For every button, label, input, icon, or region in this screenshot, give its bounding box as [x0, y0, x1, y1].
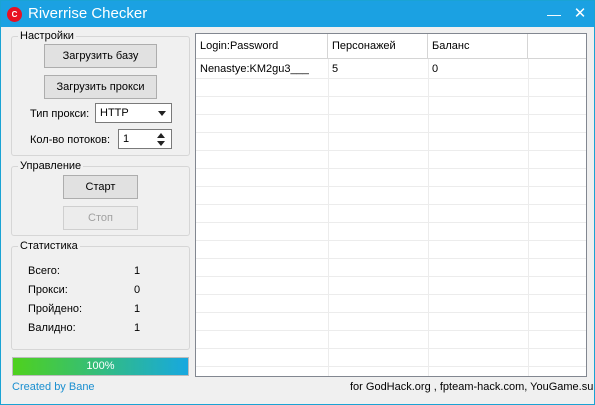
settings-legend: Настройки [18, 29, 76, 43]
proxy-type-select[interactable]: HTTP [95, 103, 172, 123]
close-icon[interactable]: ✕ [569, 3, 591, 25]
spin-up-icon[interactable] [157, 133, 165, 138]
spin-down-icon[interactable] [157, 141, 165, 146]
threads-stepper[interactable]: 1 [118, 129, 172, 149]
grid-line [196, 240, 586, 241]
control-legend: Управление [18, 159, 84, 173]
progress-bar: 100% [12, 357, 189, 376]
cell-balance: 0 [432, 63, 439, 75]
app-window: C Riverrise Checker — ✕ Настройки Загруз… [0, 0, 595, 405]
cell-characters: 5 [332, 63, 339, 75]
grid-line [196, 366, 586, 367]
grid-line [196, 276, 586, 277]
stop-button[interactable]: Стоп [63, 206, 138, 230]
grid-line [196, 96, 586, 97]
load-proxy-button[interactable]: Загрузить прокси [44, 75, 157, 99]
grid-line [196, 330, 586, 331]
stat-passed-label: Пройдено: [28, 303, 83, 315]
grid-line [196, 222, 586, 223]
grid-line [196, 258, 586, 259]
window-title: Riverrise Checker [28, 5, 148, 22]
grid-line [196, 78, 586, 79]
proxy-type-value: HTTP [100, 107, 129, 119]
stat-proxy-value: 0 [134, 284, 141, 296]
stat-valid-value: 1 [134, 322, 141, 334]
stats-legend: Статистика [18, 239, 80, 253]
threads-label: Кол-во потоков: [30, 134, 111, 146]
grid-line [196, 132, 586, 133]
stat-valid-label: Валидно: [28, 322, 76, 334]
table-row[interactable]: Nenastye:KM2gu3___ 5 0 [196, 60, 586, 78]
stat-passed-value: 1 [134, 303, 141, 315]
start-button[interactable]: Старт [63, 175, 138, 199]
app-logo-icon: C [7, 7, 22, 22]
column-header-balance[interactable]: Баланс [428, 34, 528, 59]
credit-link[interactable]: Created by Bane [12, 381, 95, 393]
progress-text: 100% [86, 360, 115, 372]
proxy-type-label: Тип прокси: [30, 108, 90, 120]
load-base-button[interactable]: Загрузить базу [44, 44, 157, 68]
grid-line [196, 312, 586, 313]
grid-line [196, 204, 586, 205]
grid-line [196, 294, 586, 295]
title-bar[interactable]: C Riverrise Checker — ✕ [1, 1, 594, 27]
sites-text: for GodHack.org , fpteam-hack.com, YouGa… [350, 381, 594, 393]
results-table[interactable]: Login:Password Персонажей Баланс Nenasty… [195, 33, 587, 377]
column-header-characters[interactable]: Персонажей [328, 34, 428, 59]
minimize-icon[interactable]: — [543, 3, 565, 25]
threads-value: 1 [123, 133, 130, 145]
column-header-empty[interactable] [528, 34, 586, 59]
cell-login: Nenastye:KM2gu3___ [200, 63, 309, 75]
table-header: Login:Password Персонажей Баланс [196, 34, 586, 59]
grid-line [196, 186, 586, 187]
grid-line [196, 168, 586, 169]
chevron-down-icon [158, 111, 166, 116]
stat-total-label: Всего: [28, 265, 60, 277]
column-header-login[interactable]: Login:Password [196, 34, 328, 59]
cell-extra [528, 60, 586, 78]
grid-line [196, 114, 586, 115]
grid-line [196, 150, 586, 151]
stat-total-value: 1 [134, 265, 141, 277]
stat-proxy-label: Прокси: [28, 284, 68, 296]
grid-line [196, 348, 586, 349]
